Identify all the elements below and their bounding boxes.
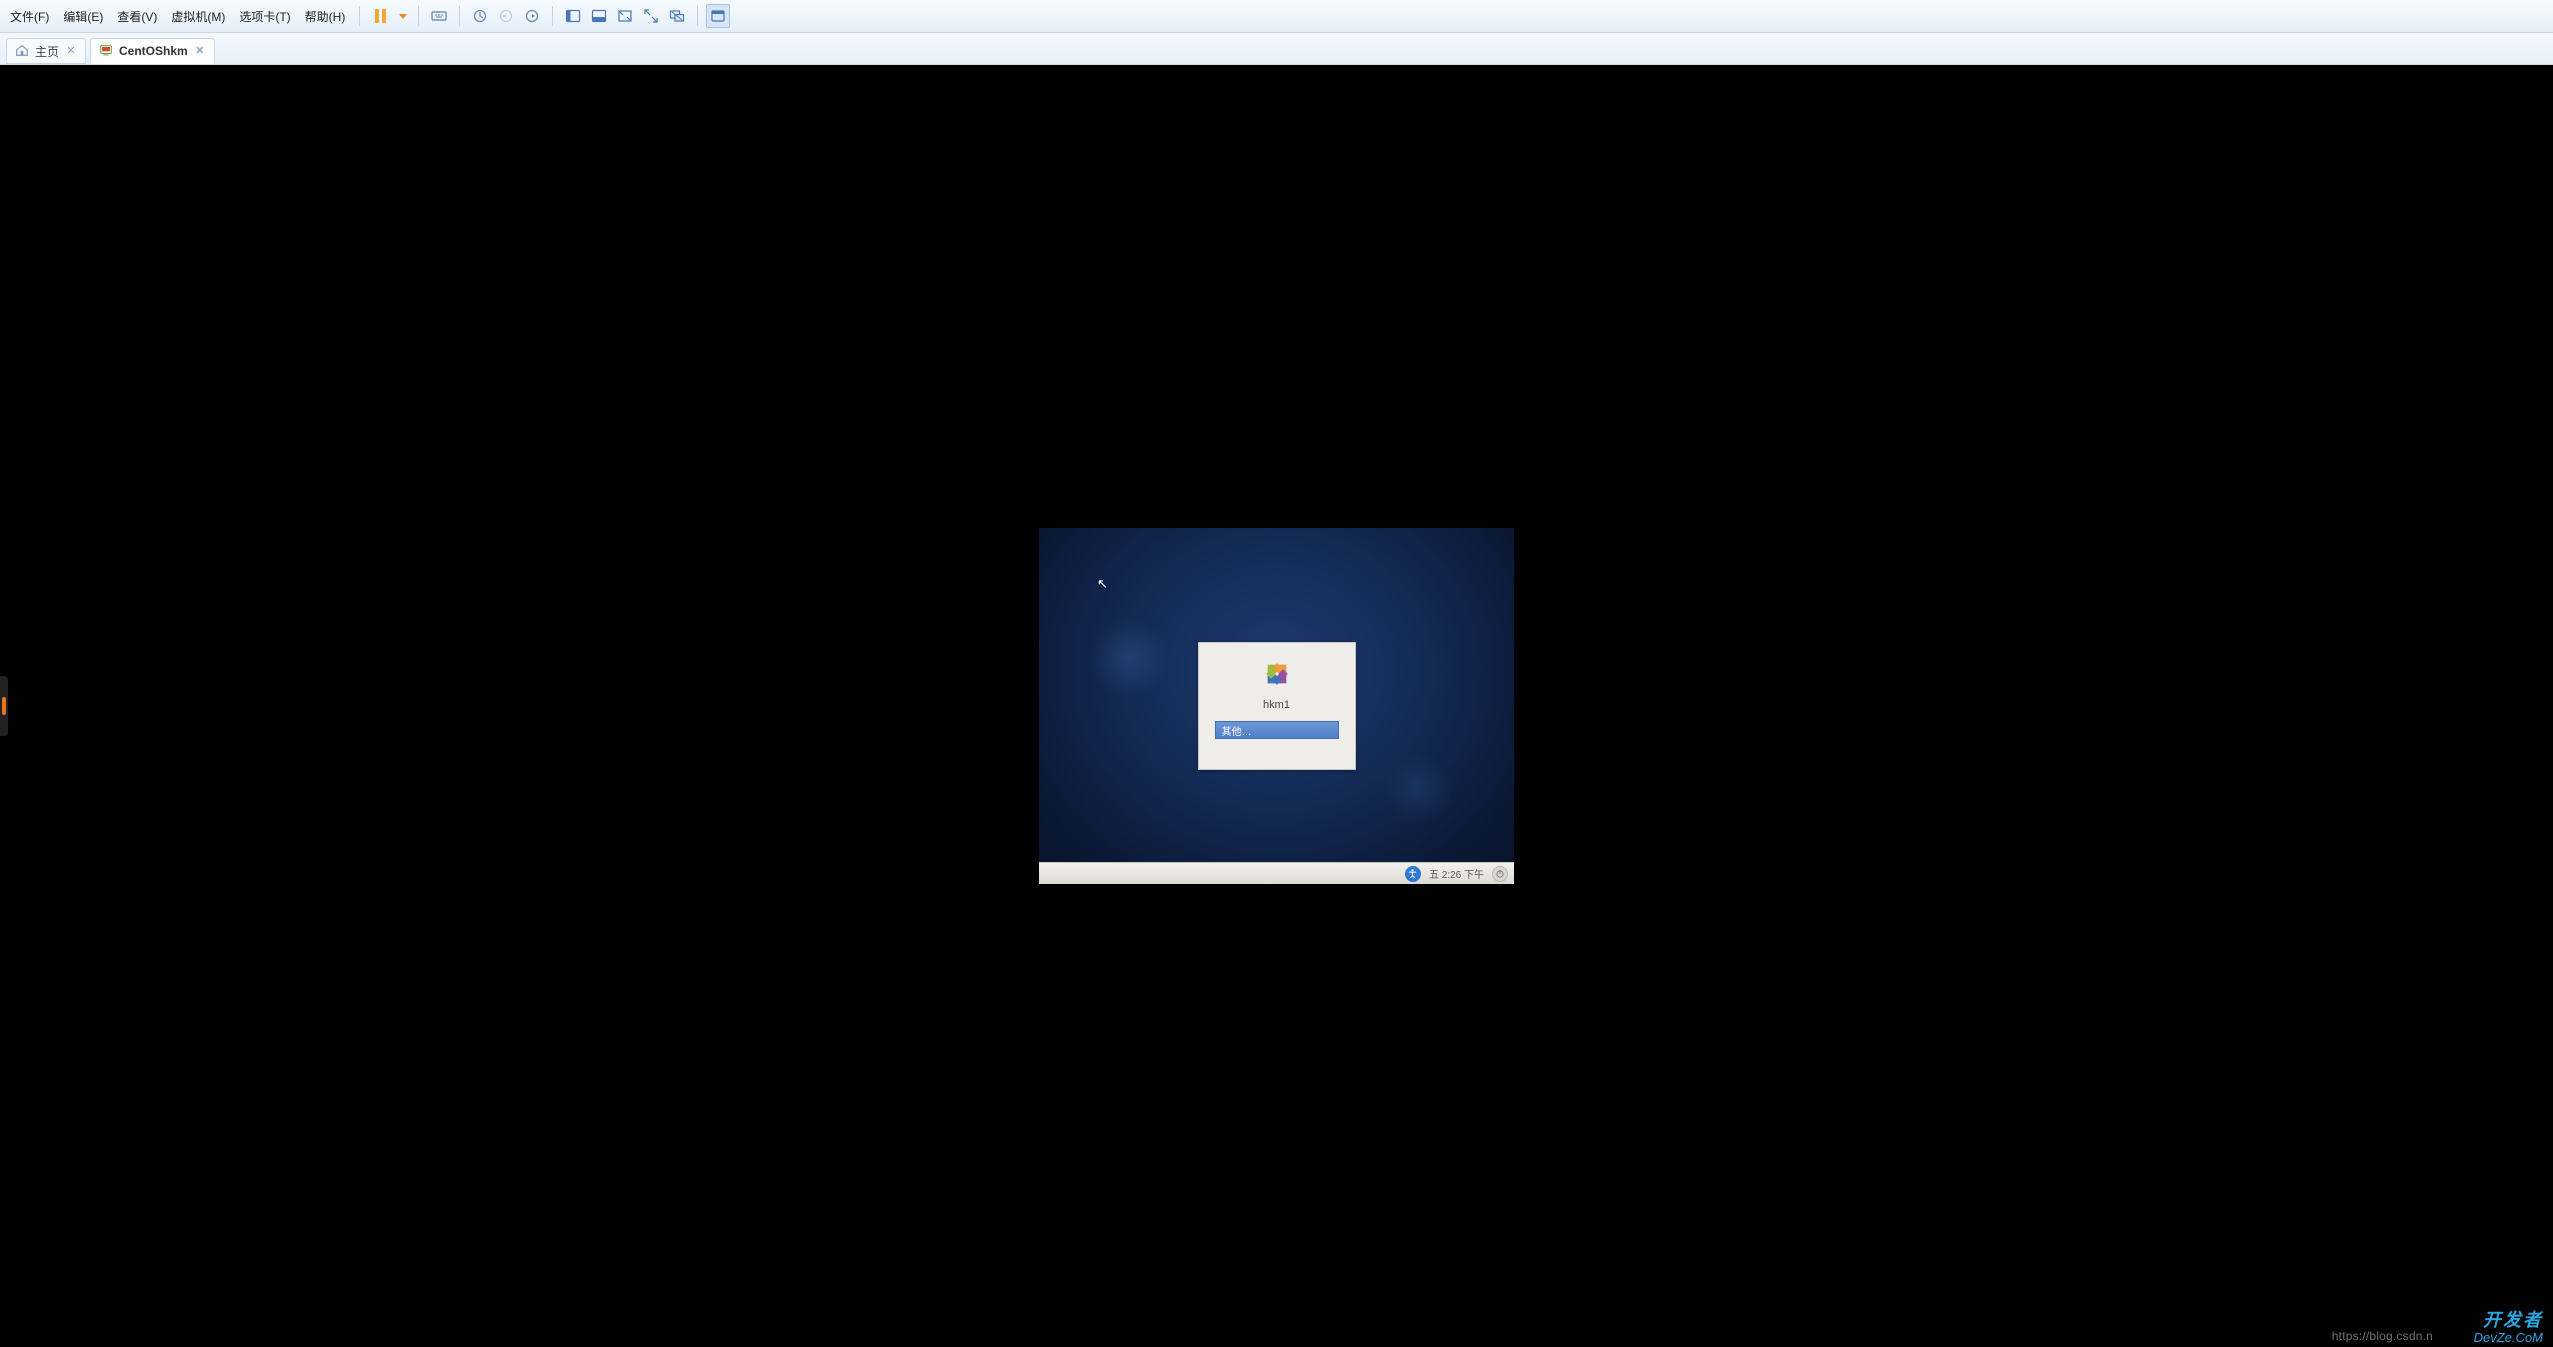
pause-vm-button[interactable]: [368, 4, 392, 28]
home-icon: [15, 43, 29, 60]
app-toolbar: 文件(F) 编辑(E) 查看(V) 虚拟机(M) 选项卡(T) 帮助(H): [0, 0, 2553, 33]
quick-switch-button[interactable]: [706, 4, 730, 28]
menu-tabs[interactable]: 选项卡(T): [233, 4, 296, 29]
login-other-user-row[interactable]: 其他…: [1215, 721, 1339, 739]
vm-icon: [99, 43, 113, 60]
watermark-url: https://blog.csdn.n: [2332, 1329, 2433, 1343]
stretch-icon: [617, 8, 633, 24]
gdm-login-card: hkm1 其他…: [1198, 642, 1356, 770]
menu-edit[interactable]: 编辑(E): [57, 4, 109, 29]
pause-icon: [375, 9, 386, 23]
console-view-icon: [591, 8, 607, 24]
snapshot-icon: [472, 8, 488, 24]
login-hostname: hkm1: [1263, 699, 1290, 711]
snapshot-take-button[interactable]: [468, 4, 492, 28]
vm-console-area[interactable]: ↖: [0, 65, 2553, 1347]
snapshot-manage-button[interactable]: [520, 4, 544, 28]
centos-logo-icon: [1260, 657, 1294, 691]
sidebar-expand-handle[interactable]: [0, 676, 8, 736]
watermark-line1: 开发者: [2474, 1311, 2543, 1331]
watermark-line2: DevZe.CoM: [2474, 1331, 2543, 1345]
snapshot-manage-icon: [524, 8, 540, 24]
stretch-guest-button[interactable]: [613, 4, 637, 28]
tab-vm-centoshkm[interactable]: CentOShkm ✕: [90, 38, 215, 64]
power-menu-dropdown[interactable]: [394, 4, 410, 28]
send-ctrl-alt-del-button[interactable]: [427, 4, 451, 28]
sidebar-icon: [565, 8, 581, 24]
menu-file[interactable]: 文件(F): [4, 4, 55, 29]
fullscreen-button[interactable]: [639, 4, 663, 28]
toolbar-separator: [359, 6, 360, 26]
power-icon[interactable]: [1492, 866, 1508, 882]
tab-home-close[interactable]: ✕: [65, 45, 77, 57]
toolbar-separator: [552, 6, 553, 26]
gdm-bottom-panel: 五 2:26 下午: [1039, 862, 1514, 884]
tab-strip: 主页 ✕ CentOShkm ✕: [0, 33, 2553, 65]
menu-vm[interactable]: 虚拟机(M): [165, 4, 231, 29]
tab-vm-close[interactable]: ✕: [194, 45, 206, 57]
unity-icon: [669, 8, 685, 24]
unity-mode-button[interactable]: [665, 4, 689, 28]
toolbar-separator: [697, 6, 698, 26]
toolbar-separator: [418, 6, 419, 26]
show-console-button[interactable]: [587, 4, 611, 28]
menu-help[interactable]: 帮助(H): [299, 4, 352, 29]
toolbar-separator: [459, 6, 460, 26]
thumbnail-bar-icon: [710, 8, 726, 24]
cursor-icon: ↖: [1097, 576, 1108, 592]
guest-display[interactable]: ↖: [1039, 528, 1514, 884]
menu-view[interactable]: 查看(V): [111, 4, 163, 29]
tab-vm-label: CentOShkm: [119, 44, 188, 58]
watermark-logo: 开发者 DevZe.CoM: [2474, 1311, 2543, 1345]
chevron-down-icon: [399, 14, 407, 19]
gdm-clock: 五 2:26 下午: [1429, 866, 1484, 881]
tab-home[interactable]: 主页 ✕: [6, 38, 86, 64]
snapshot-revert-icon: [498, 8, 514, 24]
keyboard-send-icon: [431, 8, 447, 24]
accessibility-icon[interactable]: [1405, 866, 1421, 882]
fullscreen-icon: [643, 8, 659, 24]
snapshot-revert-button[interactable]: [494, 4, 518, 28]
tab-home-label: 主页: [35, 43, 59, 60]
show-sidebar-button[interactable]: [561, 4, 585, 28]
